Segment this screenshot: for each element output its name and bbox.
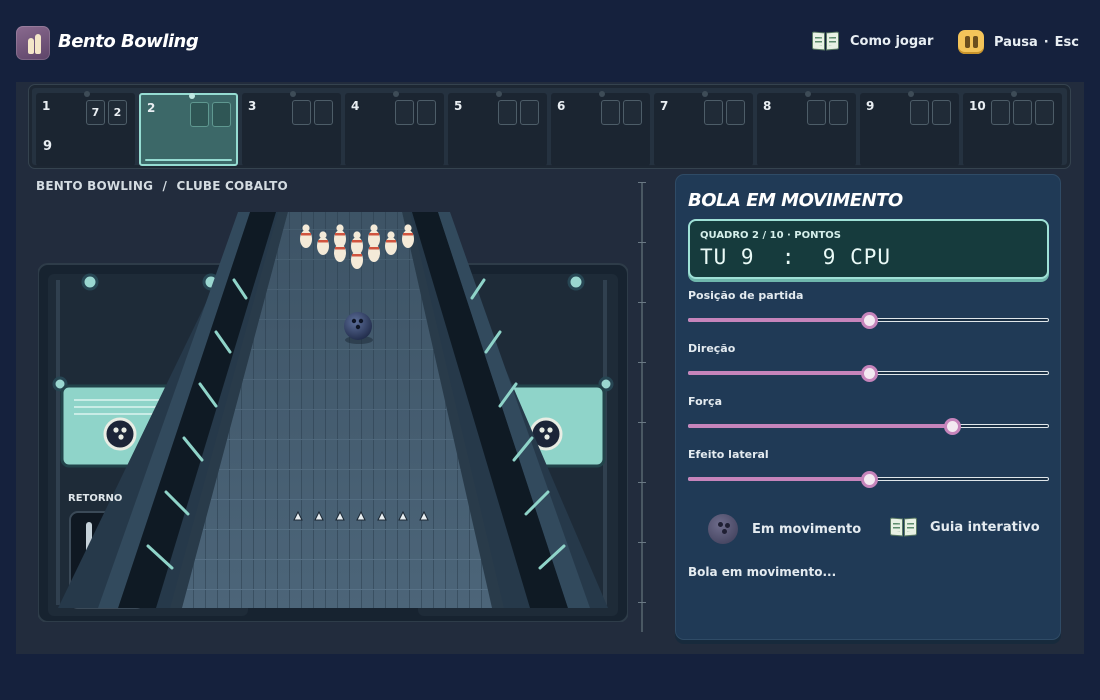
pause-separator: · bbox=[1043, 34, 1049, 50]
roll-box bbox=[292, 100, 311, 125]
roll-box bbox=[498, 100, 517, 125]
breadcrumb-root: BENTO BOWLING bbox=[36, 179, 154, 193]
slider-label-spin: Efeito lateral bbox=[688, 448, 769, 461]
roll-box bbox=[601, 100, 620, 125]
motion-label: Em movimento bbox=[752, 521, 862, 537]
guide-label: Guia interativo bbox=[930, 519, 1040, 535]
pause-label: Pausa bbox=[994, 34, 1038, 50]
frame-number: 7 bbox=[660, 99, 669, 113]
book-icon bbox=[812, 30, 840, 52]
lane-ruler bbox=[638, 182, 646, 632]
score-frame-8: 8 bbox=[757, 91, 856, 166]
breadcrumb-separator: / bbox=[162, 179, 168, 193]
roll-box bbox=[417, 100, 436, 125]
slider-knob[interactable] bbox=[860, 365, 878, 382]
status-text: Bola em movimento... bbox=[688, 565, 837, 579]
pause-button[interactable]: Pausa · Esc bbox=[958, 30, 1079, 54]
frame-number: 5 bbox=[454, 99, 463, 113]
breadcrumb-current: CLUBE COBALTO bbox=[176, 179, 288, 193]
score-frame-1: 1 7 2 9 bbox=[36, 91, 135, 166]
frame-number: 2 bbox=[147, 101, 156, 115]
roll-box bbox=[807, 100, 826, 125]
roll-box bbox=[991, 100, 1010, 125]
score-frame-3: 3 bbox=[242, 91, 341, 166]
scoreboard: 1 7 2 9 2 3 4 5 6 7 8 9 10 bbox=[28, 84, 1071, 169]
roll-box bbox=[704, 100, 723, 125]
slider-knob[interactable] bbox=[943, 418, 961, 435]
roll-box bbox=[910, 100, 929, 125]
frame-number: 4 bbox=[351, 99, 360, 113]
control-panel: BOLA EM MOVIMENTO QUADRO 2 / 10 · PONTOS… bbox=[675, 174, 1061, 640]
roll-box bbox=[1035, 100, 1054, 125]
roll-box bbox=[1013, 100, 1032, 125]
frame-total: 9 bbox=[43, 139, 53, 154]
pause-shortcut: Esc bbox=[1054, 34, 1079, 50]
roll-box bbox=[395, 100, 414, 125]
score-frame-10: 10 bbox=[963, 91, 1062, 166]
game-area: 1 7 2 9 2 3 4 5 6 7 8 9 10 BENTO BOWLING… bbox=[16, 82, 1084, 654]
slider-label-direction: Direção bbox=[688, 342, 736, 355]
score-frame-7: 7 bbox=[654, 91, 753, 166]
frame-number: 1 bbox=[42, 99, 51, 113]
roll-box bbox=[190, 102, 209, 127]
frame-number: 3 bbox=[248, 99, 257, 113]
start-position-slider[interactable] bbox=[688, 312, 1049, 329]
roll-status[interactable]: Em movimento bbox=[708, 514, 861, 544]
breadcrumb: BENTO BOWLING / CLUBE COBALTO bbox=[36, 179, 288, 193]
panel-title: BOLA EM MOVIMENTO bbox=[688, 190, 903, 211]
roll-box bbox=[314, 100, 333, 125]
power-slider[interactable] bbox=[688, 418, 1049, 435]
frame-number: 9 bbox=[866, 99, 875, 113]
how-to-play-label: Como jogar bbox=[850, 33, 934, 49]
app-title: Bento Bowling bbox=[58, 31, 199, 52]
roll-box: 2 bbox=[108, 100, 127, 125]
roll-box bbox=[829, 100, 848, 125]
frame-number: 8 bbox=[763, 99, 772, 113]
bowling-lane-scene[interactable]: RETORNO bbox=[38, 200, 628, 622]
book-icon bbox=[890, 516, 918, 538]
bowling-ball-icon bbox=[708, 514, 738, 544]
roll-box bbox=[932, 100, 951, 125]
score-frame-5: 5 bbox=[448, 91, 547, 166]
slider-label-start-position: Posição de partida bbox=[688, 289, 804, 302]
slider-knob[interactable] bbox=[860, 312, 878, 329]
lane-svg bbox=[38, 212, 628, 622]
pause-icon bbox=[958, 30, 984, 54]
scoreline-display: QUADRO 2 / 10 · PONTOS TU 9 : 9 CPU bbox=[688, 219, 1049, 279]
roll-box bbox=[212, 102, 231, 127]
roll-box bbox=[623, 100, 642, 125]
cabinet-light bbox=[567, 273, 585, 291]
score-frame-2: 2 bbox=[139, 93, 238, 166]
score-frame-6: 6 bbox=[551, 91, 650, 166]
frame-number: 6 bbox=[557, 99, 566, 113]
slider-label-power: Força bbox=[688, 395, 722, 408]
spin-slider[interactable] bbox=[688, 471, 1049, 488]
roll-box bbox=[520, 100, 539, 125]
bowling-pins-icon bbox=[16, 26, 50, 60]
interactive-guide-button[interactable]: Guia interativo bbox=[890, 516, 1040, 538]
ball-return-label: RETORNO bbox=[68, 493, 123, 504]
score-frame-9: 9 bbox=[860, 91, 959, 166]
direction-slider[interactable] bbox=[688, 365, 1049, 382]
roll-box bbox=[726, 100, 745, 125]
frame-number: 10 bbox=[969, 99, 986, 113]
scoreline-subtitle: QUADRO 2 / 10 · PONTOS bbox=[700, 230, 842, 241]
cabinet-light bbox=[81, 273, 99, 291]
scoreline: TU 9 : 9 CPU bbox=[700, 245, 892, 269]
how-to-play-button[interactable]: Como jogar bbox=[812, 30, 933, 52]
slider-knob[interactable] bbox=[860, 471, 878, 488]
score-frame-4: 4 bbox=[345, 91, 444, 166]
roll-box: 7 bbox=[86, 100, 105, 125]
